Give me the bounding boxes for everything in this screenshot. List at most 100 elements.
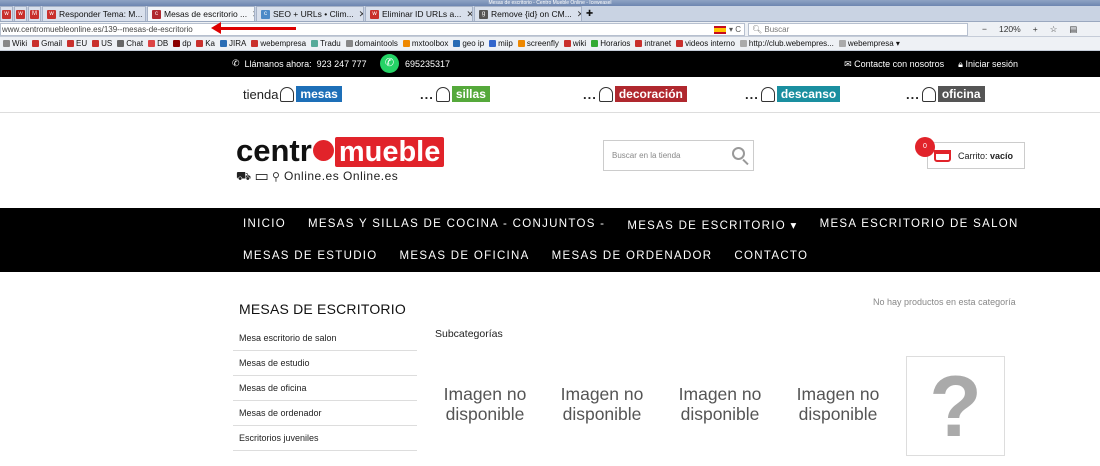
tab-pinned-2[interactable]: w (14, 6, 27, 21)
bookmark-favicon-icon (453, 40, 461, 47)
nav-row-1: INICIO MESAS Y SILLAS DE COCINA - CONJUN… (243, 218, 1041, 232)
search-placeholder: Buscar (764, 24, 790, 34)
zoom-level[interactable]: 120% (999, 24, 1021, 34)
bookmark-favicon-icon (117, 40, 125, 47)
bookmark-favicon-icon (311, 40, 319, 47)
bookmark-item[interactable]: DB (148, 39, 168, 48)
browser-tab-strip: w w M wResponder Tema: M...✕ cMesas de e… (0, 6, 1100, 22)
nav-mesa-escritorio-salon[interactable]: MESA ESCRITORIO DE SALON (820, 218, 1019, 232)
tab-mesas-escritorio[interactable]: cMesas de escritorio ... ✕ (147, 6, 255, 21)
close-tab-icon[interactable]: ✕ (359, 9, 363, 20)
search-icon: 🔍︎ (752, 24, 763, 34)
category-label: oficina (937, 86, 985, 102)
sidebar-item-mesas-estudio[interactable]: Mesas de estudio (233, 351, 417, 376)
nav-mesas-ordenador[interactable]: MESAS DE ORDENADOR (552, 250, 713, 262)
category-descanso[interactable]: ... descanso (745, 86, 841, 102)
bookmark-star-icon[interactable]: ☆ (1050, 24, 1058, 35)
search-icon[interactable] (732, 147, 745, 160)
question-mark-placeholder[interactable]: ? (906, 356, 1005, 456)
category-decoracion[interactable]: ... decoración (583, 86, 687, 102)
store-search-input[interactable]: Buscar en la tienda (603, 140, 754, 171)
subcategory-image-placeholder[interactable]: Imagen no disponible (552, 384, 652, 424)
url-text: www.centromuebleonline.es/139--mesas-de-… (2, 24, 193, 34)
category-prefix: ... (906, 86, 920, 102)
bookmark-favicon-icon (173, 40, 181, 47)
category-oficina[interactable]: ... oficina (906, 86, 985, 102)
category-label: sillas (451, 86, 490, 102)
url-field[interactable]: www.centromuebleonline.es/139--mesas-de-… (0, 22, 745, 36)
nav-mesas-oficina[interactable]: MESAS DE OFICINA (400, 250, 530, 262)
cart-button[interactable]: 0 Carrito: vacío (915, 137, 1025, 169)
zoom-out-button[interactable]: − (982, 24, 987, 34)
category-sillas[interactable]: ... sillas (420, 86, 490, 102)
bookmark-item[interactable]: mxtoolbox (402, 39, 449, 48)
bookmark-item[interactable]: dp (173, 39, 191, 48)
bookmark-item[interactable]: JIRA (219, 39, 246, 48)
bookmark-item[interactable]: intranet (635, 39, 671, 48)
chair-icon (598, 86, 613, 102)
site-logo[interactable]: centr mueble ⛟ ▭ ⚲ Online.es Online.es (236, 135, 445, 185)
bookmark-item[interactable]: videos interno (676, 39, 735, 48)
login-link[interactable]: 🔒︎ Iniciar sesión (958, 59, 1018, 70)
whatsapp-number: 695235317 (405, 58, 451, 69)
close-tab-icon[interactable]: ✕ (466, 9, 472, 20)
tab-pinned-3[interactable]: M (28, 6, 41, 21)
bookmark-item[interactable]: Gmail (32, 39, 62, 48)
nav-mesas-estudio[interactable]: MESAS DE ESTUDIO (243, 250, 378, 262)
sidebar-item-mesas-oficina[interactable]: Mesas de oficina (233, 376, 417, 401)
bookmark-label: US (101, 39, 113, 48)
bookmark-item[interactable]: Chat (117, 39, 143, 48)
bookmark-item[interactable]: Wiki (3, 39, 27, 48)
webempresa-icon: w (47, 9, 56, 19)
zoom-in-button[interactable]: + (1033, 24, 1038, 34)
bookmark-item[interactable]: domaintools (345, 39, 398, 48)
bookmark-label: intranet (644, 39, 672, 48)
category-prefix: ... (420, 86, 434, 102)
bookmark-item[interactable]: wiki (563, 39, 586, 48)
nav-mesas-sillas-cocina[interactable]: MESAS Y SILLAS DE COCINA - CONJUNTOS - (308, 218, 605, 232)
sidebar-item-escritorios-juveniles[interactable]: Escritorios juveniles (233, 426, 417, 451)
close-tab-icon[interactable]: ✕ (252, 9, 254, 20)
bookmark-label: dp (182, 39, 192, 48)
sidebar-item-mesas-ordenador[interactable]: Mesas de ordenador (233, 401, 417, 426)
sidebar-item-mesa-escritorio-salon[interactable]: Mesa escritorio de salon (233, 326, 417, 351)
bookmark-item[interactable]: webempresa (251, 39, 306, 48)
bookmark-item[interactable]: Tradu (311, 39, 341, 48)
bookmark-item[interactable]: US (92, 39, 112, 48)
bookmarks-menu-icon[interactable]: ▤ (1069, 24, 1077, 35)
bookmark-item[interactable]: geo ip (453, 39, 484, 48)
tab-pinned-1[interactable]: w (0, 6, 13, 21)
bookmark-item[interactable]: Horarios (591, 39, 630, 48)
bookmark-item[interactable]: miip (489, 39, 513, 48)
tab-seo-urls[interactable]: cSEO + URLs • Clim... ✕ (256, 6, 364, 21)
contact-link[interactable]: ✉ Contacte con nosotros (844, 59, 944, 70)
browser-search-input[interactable]: 🔍︎ Buscar (748, 22, 968, 36)
bookmark-item[interactable]: webempresa ▾ (838, 39, 900, 48)
phone-number[interactable]: 923 247 777 (317, 59, 367, 69)
bookmark-item[interactable]: http://club.webempres... (739, 39, 834, 48)
nav-inicio[interactable]: INICIO (243, 218, 286, 232)
subcategory-image-placeholder[interactable]: Imagen no disponible (670, 384, 770, 424)
tab-responder-tema[interactable]: wResponder Tema: M...✕ (42, 6, 146, 21)
bookmarks-toolbar: Wiki Gmail EU US Chat DB dp Ka JIRA webempresa Tra… (0, 37, 1100, 51)
tab-remove-id[interactable]: gRemove {id} on CM... ✕ (474, 6, 582, 21)
subcategory-image-placeholder[interactable]: Imagen no disponible (788, 384, 888, 424)
whatsapp-contact[interactable]: ✆ 695235317 (380, 54, 450, 73)
category-mesas[interactable]: tienda mesas (243, 86, 342, 102)
bookmark-item[interactable]: Ka (196, 39, 215, 48)
nav-mesas-escritorio[interactable]: MESAS DE ESCRITORIO ▾ (627, 218, 797, 232)
bookmark-favicon-icon (148, 40, 156, 47)
new-tab-button[interactable]: ✚ (583, 6, 596, 21)
subcategory-image-placeholder[interactable]: Imagen no disponible (435, 384, 535, 424)
bookmark-item[interactable]: EU (67, 39, 87, 48)
bookmark-label: mxtoolbox (411, 39, 449, 48)
bookmark-item[interactable]: screenfly (517, 39, 559, 48)
webempresa-icon: w (16, 9, 25, 19)
chair-icon (435, 86, 450, 102)
gmail-icon: M (30, 9, 39, 19)
close-tab-icon[interactable]: ✕ (577, 9, 581, 20)
reload-icon[interactable]: ▾ C (729, 24, 741, 36)
tab-eliminar-id[interactable]: wEliminar ID URLs a... ✕ (365, 6, 473, 21)
nav-contacto[interactable]: CONTACTO (734, 250, 808, 262)
bookmark-label: Wiki (12, 39, 28, 48)
